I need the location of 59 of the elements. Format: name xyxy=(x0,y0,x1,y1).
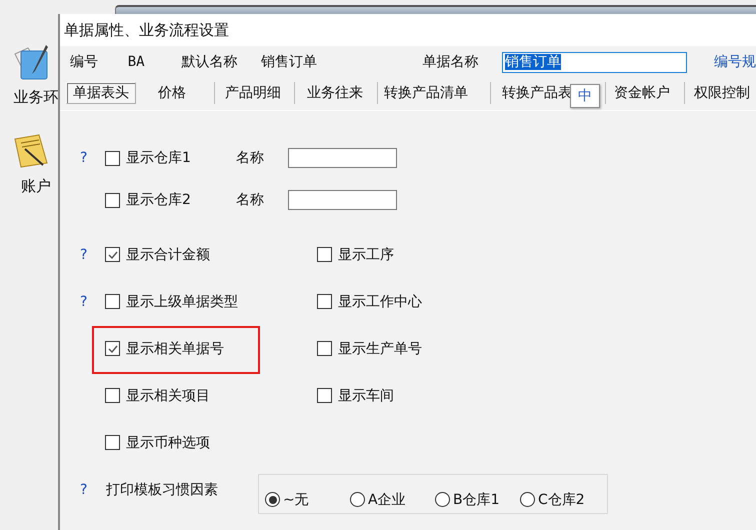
tab[interactable]: 权限控制 xyxy=(685,82,750,104)
radio-label: C仓库2 xyxy=(538,490,585,508)
tab[interactable]: 价格 xyxy=(140,82,215,104)
name-input[interactable]: 销售订单 xyxy=(502,52,687,72)
checkbox-label: 显示币种选项 xyxy=(126,434,210,452)
checkbox-label: 显示工作中心 xyxy=(338,292,422,310)
icon-label[interactable]: 账户 xyxy=(21,177,51,196)
field-label: 编号 xyxy=(70,53,99,71)
field-label: 单据名称 xyxy=(422,53,480,71)
checkbox[interactable] xyxy=(105,388,120,403)
checkbox-label: 显示合计金额 xyxy=(126,246,210,264)
checkbox-label: 显示仓库2 xyxy=(126,191,191,209)
field-label: 默认名称 xyxy=(181,53,238,71)
field-value: BA xyxy=(128,54,146,70)
checkbox-label: 显示工序 xyxy=(338,246,394,264)
help-mark[interactable]: ? xyxy=(80,150,88,166)
field-label: 打印模板习惯因素 xyxy=(106,480,219,498)
radio-label: ~无 xyxy=(283,490,309,508)
help-mark[interactable]: ? xyxy=(80,294,88,310)
window-title: 单据属性、业务流程设置 xyxy=(64,20,229,40)
field-label: 名称 xyxy=(236,191,265,209)
checkbox[interactable] xyxy=(105,192,120,208)
tab[interactable]: 产品明细 xyxy=(215,82,295,104)
name-input[interactable] xyxy=(288,190,397,210)
checkbox[interactable] xyxy=(105,150,120,166)
checkbox-label: 显示相关单据号 xyxy=(126,340,224,358)
checkbox[interactable] xyxy=(317,388,332,403)
checkbox[interactable] xyxy=(105,435,120,450)
tab[interactable]: 业务往来 xyxy=(295,82,378,104)
radio-label: B仓库1 xyxy=(453,490,500,508)
tab[interactable]: 单据表头 xyxy=(66,82,136,104)
ime-tooltip: 中 xyxy=(570,84,600,108)
radio-button[interactable] xyxy=(350,492,365,507)
field-value: 销售订单 xyxy=(261,53,318,71)
checkbox[interactable] xyxy=(317,294,332,309)
checkbox-label: 显示仓库1 xyxy=(126,149,191,167)
tab[interactable]: 转换产品清单 xyxy=(378,82,491,104)
checkbox[interactable] xyxy=(317,247,332,262)
icon-label[interactable]: 业务环 xyxy=(14,88,58,107)
checkbox[interactable] xyxy=(105,247,120,262)
checkbox-label: 显示车间 xyxy=(338,386,394,404)
help-mark[interactable]: ? xyxy=(80,246,88,262)
help-mark[interactable]: ? xyxy=(80,482,88,498)
radio-label: A企业 xyxy=(368,490,406,508)
checkbox[interactable] xyxy=(317,341,332,356)
checkbox-label: 显示上级单据类型 xyxy=(126,292,238,310)
checkbox[interactable] xyxy=(105,341,120,356)
radio-button[interactable] xyxy=(435,492,450,507)
notepad-icon[interactable] xyxy=(14,45,48,80)
tab[interactable]: 资金帐户 xyxy=(606,82,685,104)
radio-button[interactable] xyxy=(520,492,535,507)
radio-button[interactable] xyxy=(265,492,280,507)
name-input[interactable] xyxy=(288,148,397,168)
field-label: 名称 xyxy=(236,149,265,167)
document-icon[interactable] xyxy=(14,134,48,168)
rule-link[interactable]: 编号规 xyxy=(714,53,756,71)
checkbox-label: 显示生产单号 xyxy=(338,340,422,358)
checkbox-label: 显示相关项目 xyxy=(126,386,210,404)
checkbox[interactable] xyxy=(105,294,120,309)
